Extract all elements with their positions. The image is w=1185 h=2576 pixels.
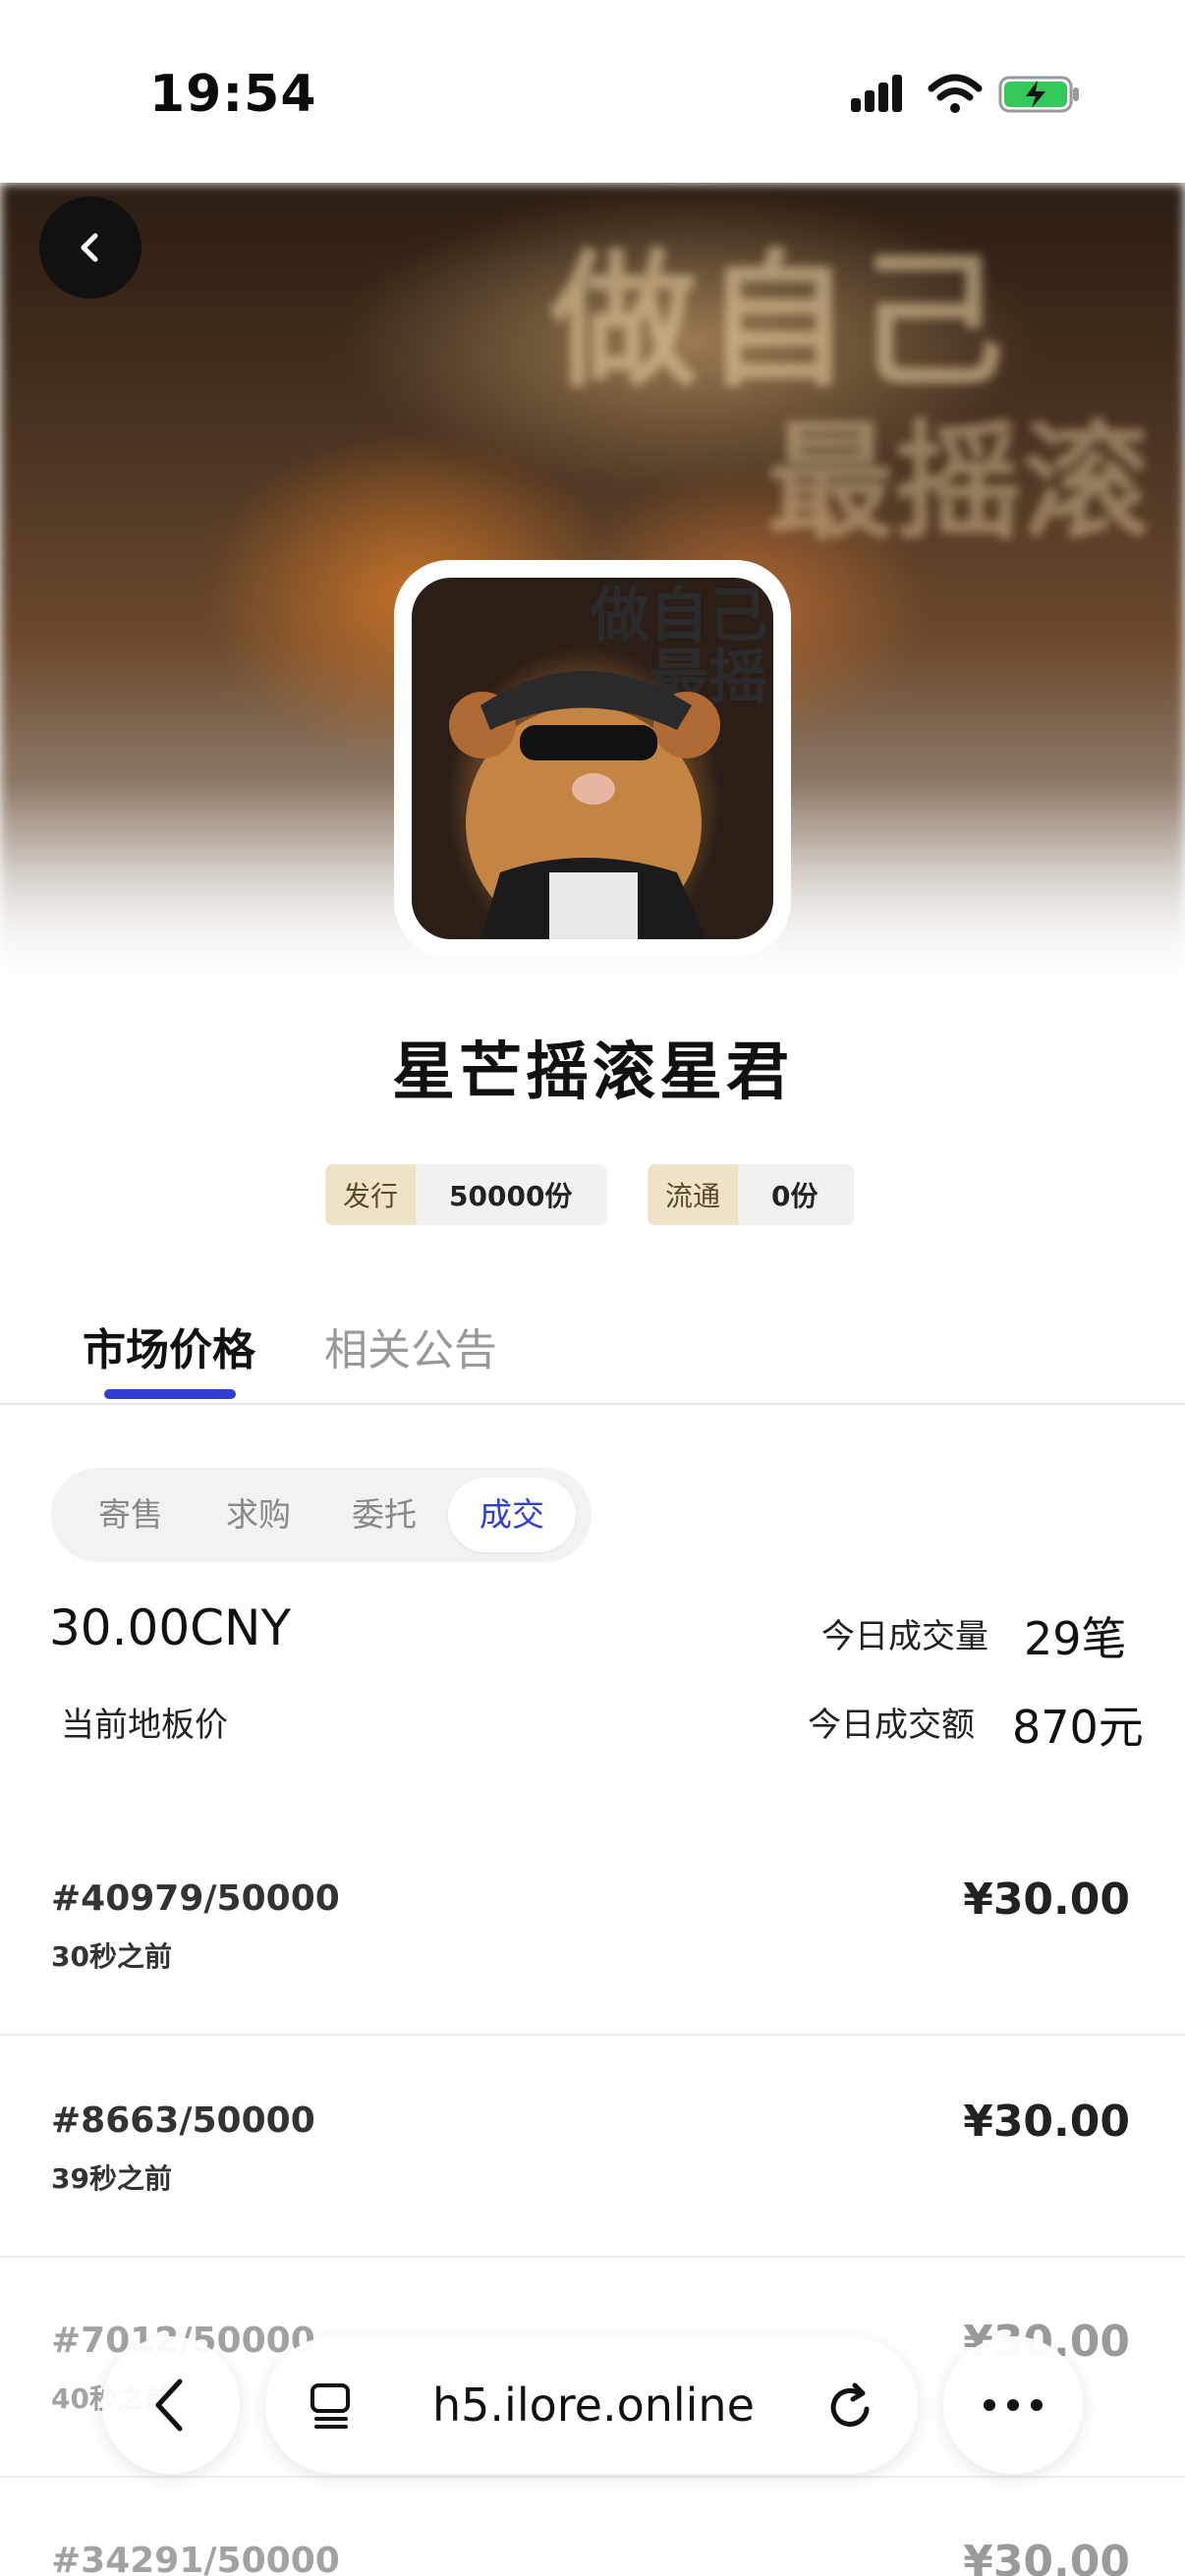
more-dots-icon [984,2399,1043,2411]
today-amount-label: 今日成交额 [808,1706,975,1745]
trade-price: ¥30.00 [963,2537,1130,2576]
browser-url-text: h5.ilore.online [432,2379,755,2432]
circulation-tag: 流通 0份 [648,1164,854,1225]
reload-icon[interactable] [823,2380,878,2435]
segment-consignment[interactable]: 寄售 [98,1468,163,1562]
tag-key: 发行 [325,1164,417,1225]
trade-row[interactable]: #34291/50000 ¥30.00 [0,2478,1185,2576]
tabs-overview-icon[interactable] [307,2381,356,2431]
today-volume-label: 今日成交量 [821,1617,988,1656]
browser-back-button[interactable] [102,2336,240,2474]
segment-deals[interactable]: 成交 [448,1478,576,1552]
trade-time: 30秒之前 [51,1940,172,1973]
trade-row[interactable]: #40979/50000 30秒之前 ¥30.00 [0,1816,1185,2036]
browser-address-bar[interactable]: h5.ilore.online [265,2336,918,2474]
trade-time: 39秒之前 [51,2162,172,2195]
tag-key: 流通 [648,1164,739,1225]
tag-value: 0份 [738,1164,854,1225]
wifi-icon [928,74,983,113]
trade-price: ¥30.00 [963,2097,1130,2147]
status-time: 19:54 [149,65,317,124]
status-bar: 19:54 [0,0,1185,183]
tag-value: 50000份 [416,1164,608,1225]
issue-count-tag: 发行 50000份 [325,1164,608,1225]
trade-price: ¥30.00 [963,1875,1130,1925]
chevron-left-icon [81,233,98,262]
bear-character-illustration [449,671,720,939]
cover-artwork: 做自己 最摇 [412,578,773,939]
today-volume-value: 29笔 [1024,1612,1127,1665]
collectible-title: 星芒摇滚星君 [392,1036,793,1109]
trade-token-id: #8663/50000 [51,2100,315,2141]
battery-charging-icon [998,76,1079,113]
back-button[interactable] [39,196,141,299]
floor-price-label: 当前地板价 [61,1706,228,1745]
segment-entrust[interactable]: 委托 [352,1468,417,1562]
tab-announcements[interactable]: 相关公告 [324,1315,497,1377]
cellular-signal-icon [851,75,902,112]
floor-price-value: 30.00CNY [49,1599,291,1656]
active-tab-indicator [104,1389,236,1399]
today-amount-value: 870元 [1012,1701,1144,1754]
main-tabs: 市场价格 相关公告 [0,1287,1185,1405]
tab-market-price[interactable]: 市场价格 [83,1315,255,1377]
browser-more-button[interactable] [943,2336,1083,2474]
segment-wanted[interactable]: 求购 [226,1468,291,1562]
hero-background-text-2: 最摇滚 [766,407,1151,557]
collectible-cover-image: 做自己 最摇 [394,560,791,957]
order-type-segmented-control: 寄售 求购 委托 成交 [51,1468,592,1562]
chevron-left-icon [155,2379,183,2432]
trade-token-id: #40979/50000 [51,1878,340,1919]
trade-row[interactable]: #8663/50000 39秒之前 ¥30.00 [0,2038,1185,2258]
trade-token-id: #34291/50000 [51,2541,340,2576]
